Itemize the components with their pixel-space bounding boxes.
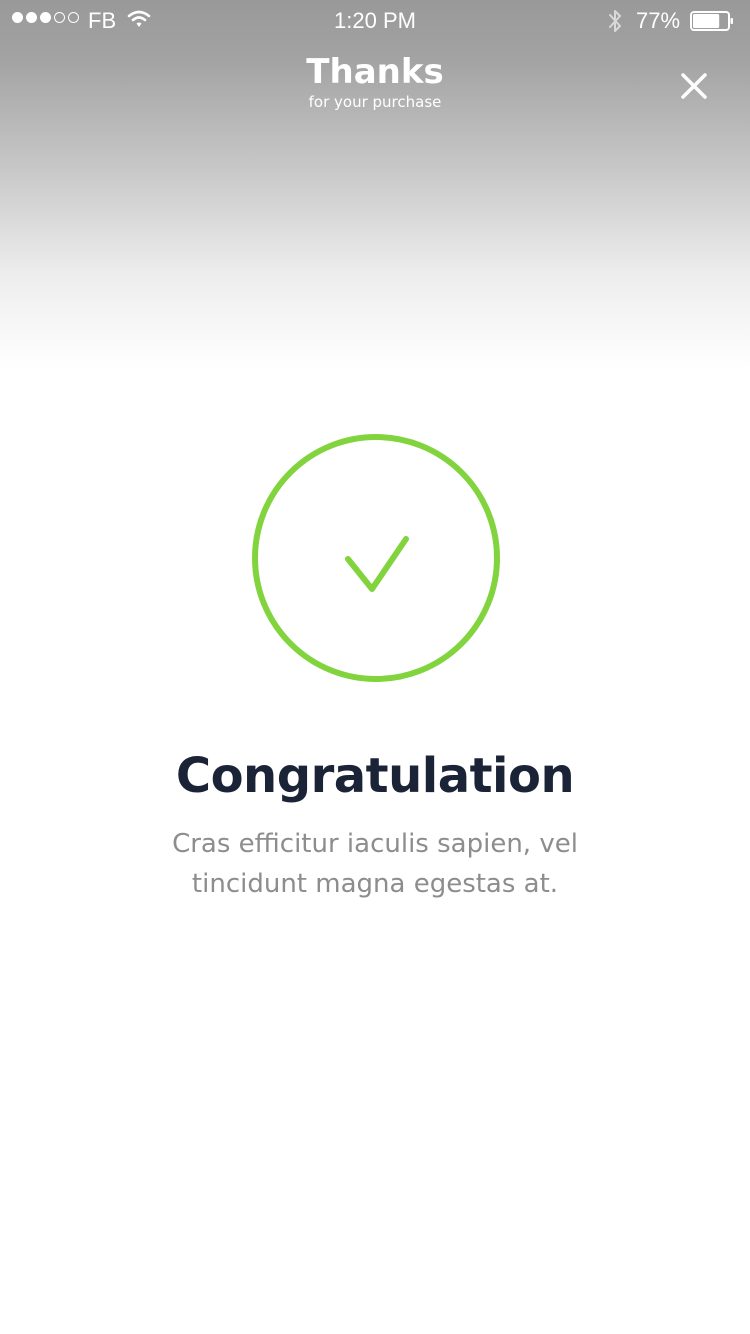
purchase-confirmation-screen: FB 1:20 PM 77% Thanks for your purchase …: [0, 0, 750, 1334]
bluetooth-icon: [609, 10, 621, 32]
status-bar: FB 1:20 PM 77%: [0, 0, 750, 40]
success-checkmark-badge: [252, 434, 500, 682]
checkmark-icon: [345, 536, 409, 592]
battery-icon: [690, 11, 733, 31]
success-message: Cras efficitur iaculis sapien, vel tinci…: [172, 829, 578, 899]
battery-percentage: 77%: [636, 8, 681, 33]
page-title: Thanks: [306, 52, 444, 92]
page-subtitle: for your purchase: [308, 93, 442, 111]
success-title: Congratulation: [175, 748, 575, 804]
close-icon[interactable]: [674, 66, 714, 106]
